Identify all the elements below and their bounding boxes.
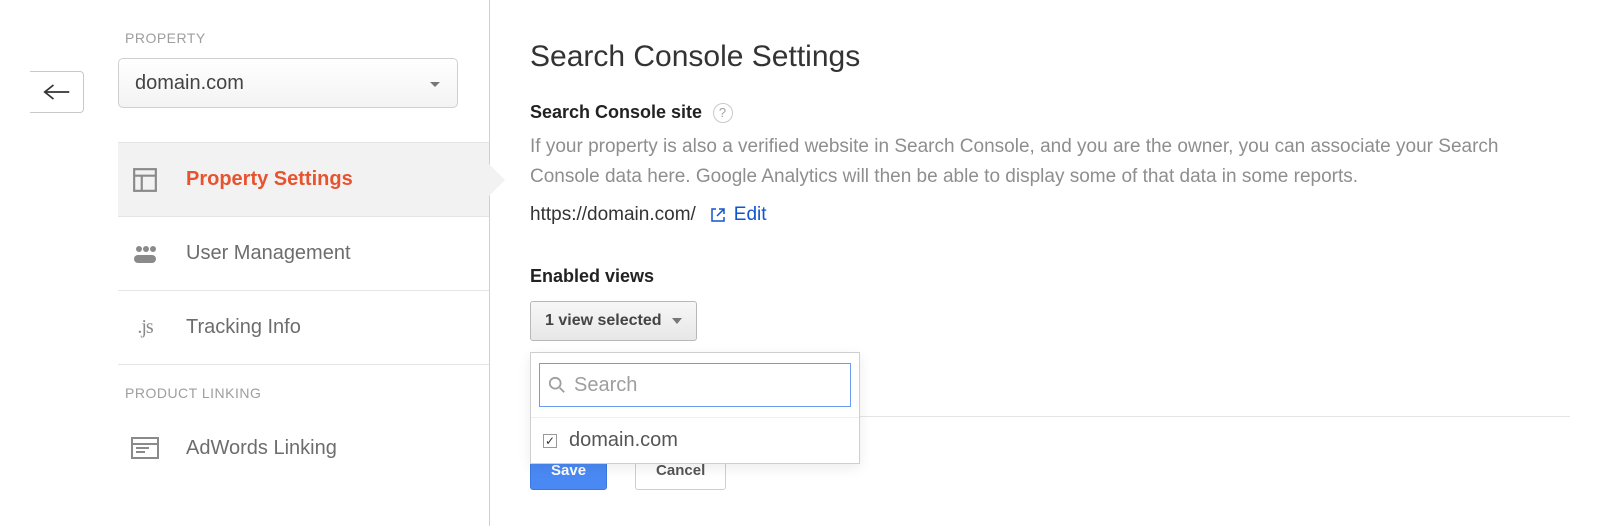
- nav-item-label: User Management: [186, 242, 351, 265]
- search-icon: [548, 376, 566, 394]
- property-select-value: domain.com: [135, 72, 244, 95]
- nav-item-adwords-linking[interactable]: AdWords Linking: [118, 411, 489, 485]
- sidebar: PROPERTY domain.com Property Settings Us…: [0, 0, 490, 526]
- search-input-wrap: [539, 363, 851, 407]
- property-select[interactable]: domain.com: [118, 58, 458, 108]
- nav-item-tracking-info[interactable]: .js Tracking Info: [118, 291, 489, 365]
- external-link-icon: [710, 207, 726, 223]
- view-select-dropdown: ✓ domain.com: [530, 352, 860, 464]
- edit-link-label: Edit: [734, 204, 767, 226]
- site-url: https://domain.com/: [530, 204, 696, 226]
- nav-item-label: Tracking Info: [186, 316, 301, 339]
- checkbox-checked-icon: ✓: [543, 434, 557, 448]
- main-content: Search Console Settings Search Console s…: [490, 0, 1600, 526]
- search-input[interactable]: [572, 373, 842, 398]
- help-icon[interactable]: ?: [713, 103, 733, 123]
- site-field-description: If your property is also a verified webs…: [530, 132, 1570, 193]
- caret-down-icon: [429, 72, 441, 95]
- users-icon: [130, 239, 160, 269]
- js-icon: .js: [130, 313, 160, 343]
- caret-down-icon: [672, 312, 682, 330]
- dropdown-option-label: domain.com: [569, 429, 678, 452]
- nav-item-user-management[interactable]: User Management: [118, 217, 489, 291]
- nav-item-label: AdWords Linking: [186, 437, 337, 460]
- enabled-views-label: Enabled views: [530, 266, 1570, 287]
- edit-link[interactable]: Edit: [710, 204, 767, 226]
- dropdown-option[interactable]: ✓ domain.com: [531, 417, 859, 463]
- property-nav: Property Settings User Management .js Tr…: [118, 142, 489, 365]
- view-select-button[interactable]: 1 view selected: [530, 301, 697, 341]
- adwords-icon: [130, 433, 160, 463]
- section-label-product-linking: PRODUCT LINKING: [125, 385, 489, 401]
- page-title: Search Console Settings: [530, 40, 1570, 74]
- nav-item-label: Property Settings: [186, 168, 353, 191]
- view-select-label: 1 view selected: [545, 312, 662, 330]
- site-field-label: Search Console site: [530, 102, 702, 123]
- section-label-property: PROPERTY: [125, 30, 489, 46]
- nav-item-property-settings[interactable]: Property Settings: [118, 143, 489, 217]
- layout-icon: [130, 165, 160, 195]
